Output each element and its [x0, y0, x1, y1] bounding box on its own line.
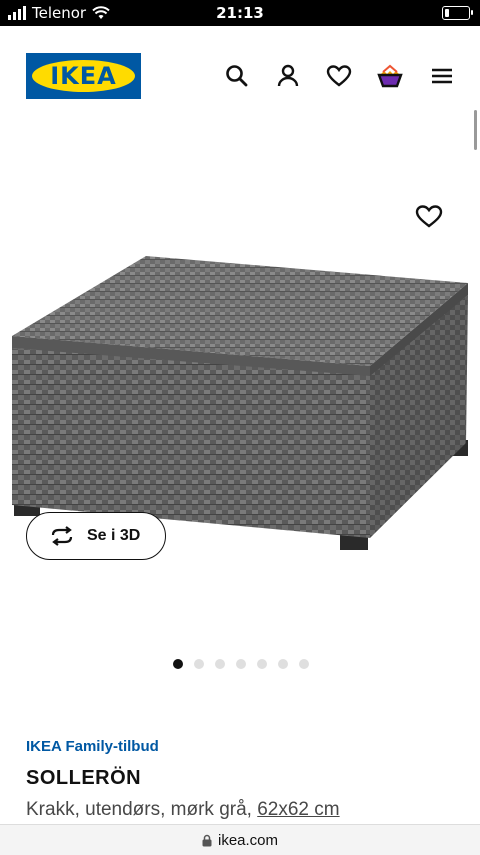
carousel-dot[interactable] [257, 659, 267, 669]
site-header: IKEA [0, 26, 480, 126]
carousel-dot[interactable] [215, 659, 225, 669]
carousel-dot[interactable] [236, 659, 246, 669]
image-carousel-indicator [173, 659, 309, 669]
logo-text: IKEA [50, 62, 117, 90]
family-offer-label: IKEA Family-tilbud [26, 738, 159, 755]
page-scrollbar[interactable] [474, 110, 477, 150]
carousel-dot[interactable] [278, 659, 288, 669]
carousel-dot[interactable] [194, 659, 204, 669]
profile-icon[interactable] [274, 62, 302, 90]
product-description-text: Krakk, utendørs, mørk grå, [26, 799, 258, 820]
heart-icon[interactable] [325, 62, 353, 90]
product-size-link[interactable]: 62x62 cm [257, 799, 339, 820]
status-bar: Telenor 21:13 [0, 0, 480, 26]
rotate-3d-icon [51, 526, 73, 546]
url-text: ikea.com [217, 831, 279, 849]
carousel-dot[interactable] [299, 659, 309, 669]
product-name: SOLLERÖN [26, 767, 142, 789]
carousel-dot[interactable] [173, 659, 183, 669]
basket-icon[interactable] [376, 62, 404, 90]
browser-url-bar[interactable]: ikea.com [0, 824, 480, 855]
add-to-wishlist-icon[interactable] [414, 202, 444, 230]
battery-icon [442, 6, 473, 20]
menu-icon[interactable] [428, 62, 456, 90]
search-icon[interactable] [223, 62, 251, 90]
clock: 21:13 [216, 4, 264, 22]
lock-icon [202, 834, 212, 846]
ikea-logo[interactable]: IKEA [26, 53, 141, 99]
product-description: Krakk, utendørs, mørk grå, 62x62 cm [26, 799, 340, 821]
view-in-3d-button[interactable]: Se i 3D [26, 512, 166, 560]
view-in-3d-label: Se i 3D [87, 527, 141, 544]
